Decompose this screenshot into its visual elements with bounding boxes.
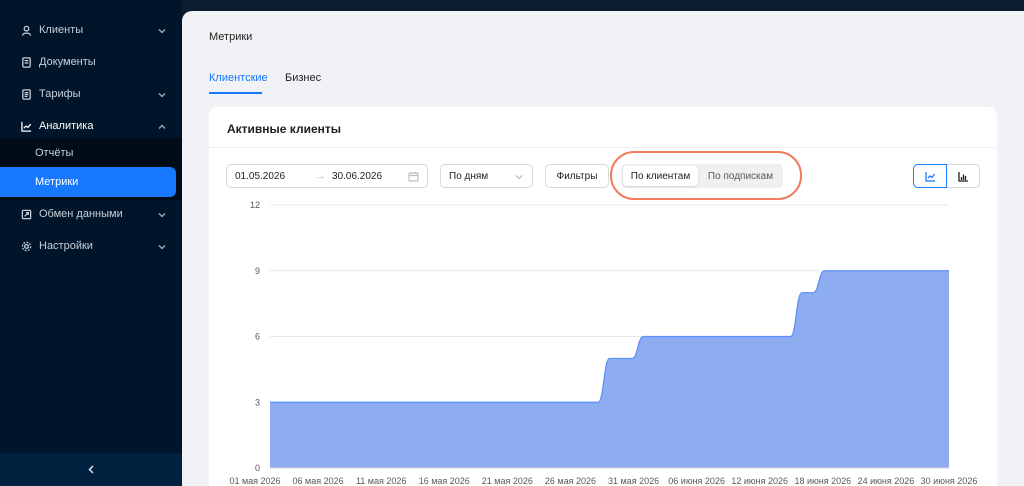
y-tick-label: 3 [255,397,260,407]
line-chart-icon [924,171,936,182]
sidebar-item-label: Настройки [39,240,93,252]
x-tick-label: 26 мая 2026 [545,476,596,486]
chevron-up-icon [158,122,166,130]
tab-clients[interactable]: Клиентские [209,72,268,84]
sidebar-item-label: Аналитика [39,120,94,132]
x-tick-label: 31 мая 2026 [608,476,659,486]
page-title: Метрики [209,31,253,43]
area-series [270,270,949,468]
chevron-down-icon [158,90,166,98]
user-icon [20,24,32,36]
metrics-card: Активные клиенты 01.05.2026 → 30.06.2026… [209,107,997,486]
x-tick-label: 21 мая 2026 [482,476,533,486]
y-tick-label: 6 [255,332,260,342]
y-tick-label: 0 [255,463,260,473]
sidebar-item-label: Обмен данными [39,208,123,220]
chevron-down-icon [158,26,166,34]
x-tick-label: 11 мая 2026 [356,476,406,486]
sidebar-item-tariffs[interactable]: Тарифы [0,79,182,109]
x-tick-label: 06 июня 2026 [668,476,725,486]
sidebar-item-documents[interactable]: Документы [0,47,182,77]
x-tick-label: 06 мая 2026 [293,476,344,486]
chevron-down-icon [158,242,166,250]
x-tick-label: 24 июня 2026 [858,476,915,486]
x-tick-label: 18 июня 2026 [794,476,851,486]
top-bar [182,0,1024,11]
area-chart: 0 3 6 9 12 01 мая 2026 06 мая 2026 11 мая 2026 1… [229,200,978,486]
sidebar-subitem-metrics[interactable]: Метрики [0,167,176,197]
x-tick-label: 12 июня 2026 [731,476,788,486]
gear-icon [20,240,32,252]
tab-ink-bar [209,92,262,94]
sidebar-item-data-exchange[interactable]: Обмен данными [0,199,182,229]
sidebar-item-settings[interactable]: Настройки [0,231,182,261]
x-tick-label: 30 июня 2026 [921,476,978,486]
exchange-icon [20,208,32,220]
sidebar-item-analytics[interactable]: Аналитика [0,111,182,141]
sidebar-subitem-reports[interactable]: Отчёты [0,138,73,168]
chevron-down-icon [158,210,166,218]
y-tick-label: 9 [255,266,260,276]
tab-business[interactable]: Бизнес [285,72,321,84]
sidebar: Клиенты Документы Тарифы Аналитика Отчёт… [0,0,182,486]
line-chart-view-button[interactable] [913,164,947,188]
sidebar-subitem-label: Метрики [35,176,79,188]
sidebar-collapse-button[interactable] [0,453,182,486]
sidebar-item-label: Документы [39,56,96,68]
sidebar-item-label: Тарифы [39,88,81,100]
sidebar-item-clients[interactable]: Клиенты [0,15,182,45]
document-icon [20,56,32,68]
chart-line-icon [20,120,32,132]
x-tick-label: 16 мая 2026 [419,476,470,486]
sidebar-item-label: Клиенты [39,24,84,36]
main-content: Метрики Клиентские Бизнес Активные клиен… [182,11,1024,486]
y-tick-label: 12 [250,200,260,210]
x-tick-label: 01 мая 2026 [229,476,280,486]
tariff-icon [20,88,32,100]
chevron-left-icon [87,465,96,474]
sidebar-subitem-label: Отчёты [35,147,74,159]
